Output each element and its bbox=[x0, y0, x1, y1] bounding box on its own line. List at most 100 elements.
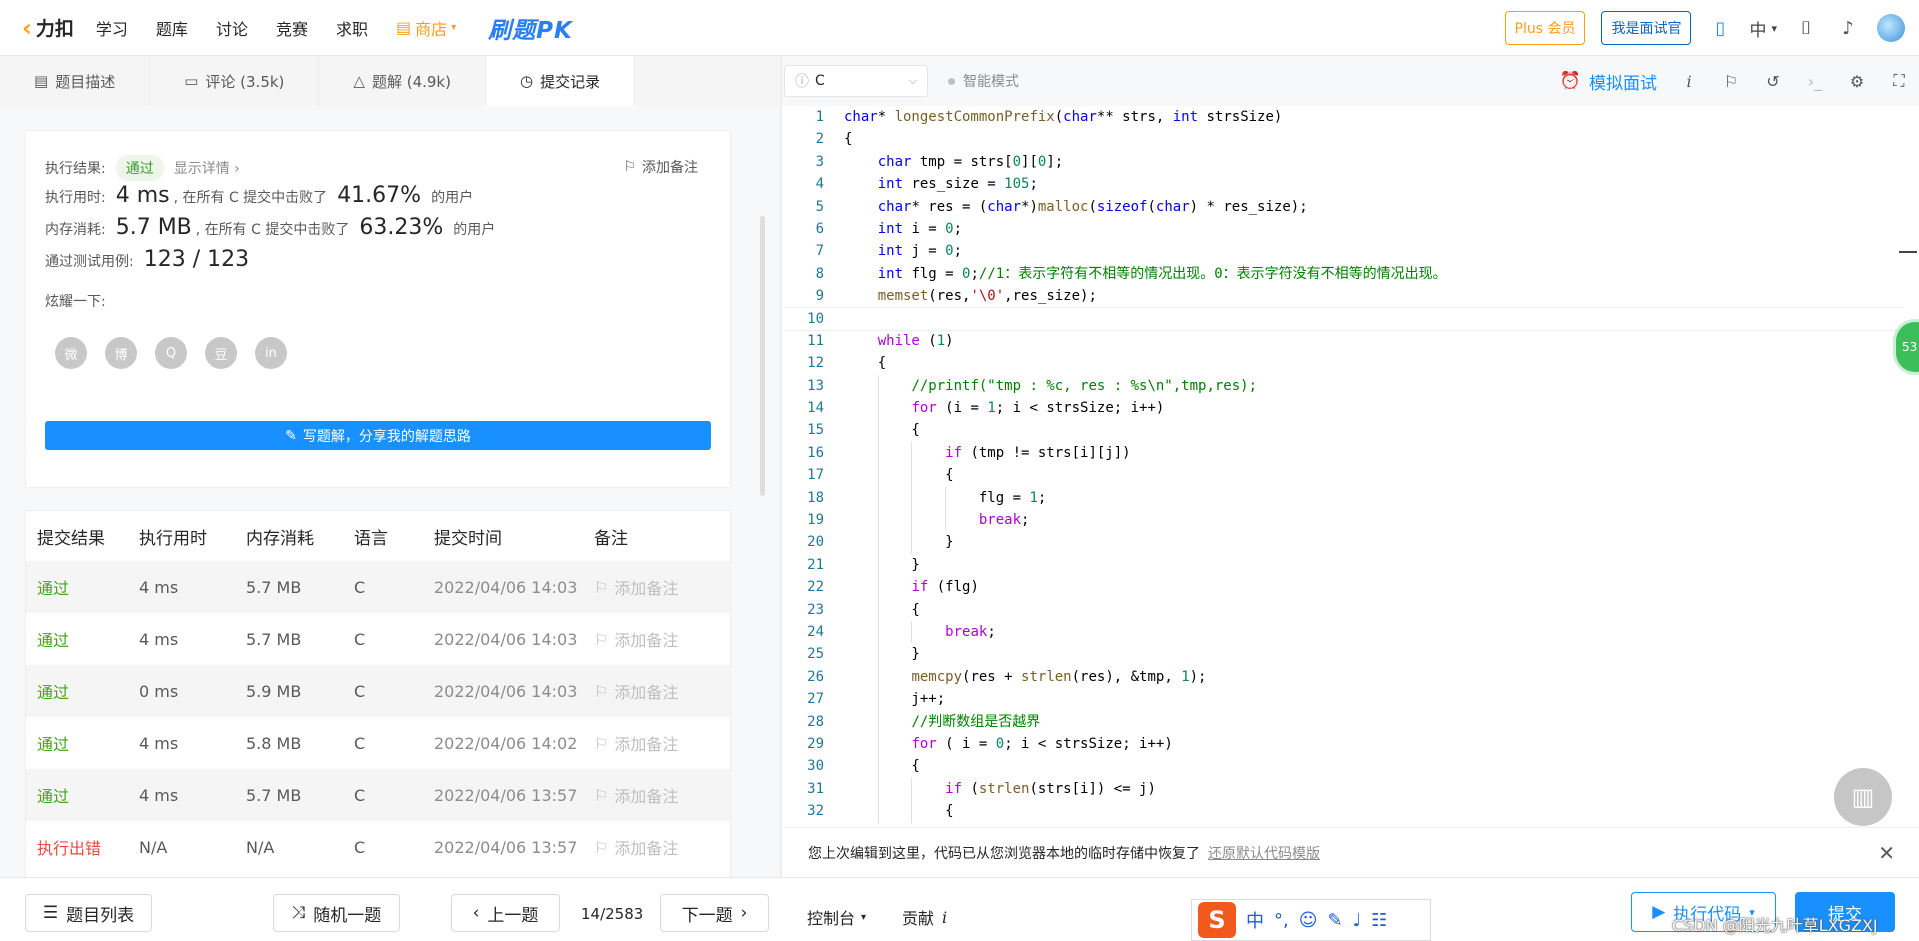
weibo-icon[interactable]: 博 bbox=[105, 337, 137, 369]
code-line[interactable]: 31 if (strlen(strs[i]) <= j) bbox=[784, 777, 1903, 801]
nav-item-shop[interactable]: ▤ 商店 ▾ bbox=[396, 16, 456, 40]
code-line[interactable]: 25 } bbox=[784, 643, 1903, 666]
code-line[interactable]: 14 for (i = 1; i < strsSize; i++) bbox=[784, 397, 1903, 420]
nav-item-learn[interactable]: 学习 bbox=[96, 16, 128, 40]
code-line[interactable]: 16 if (tmp != strs[i][j]) bbox=[784, 441, 1903, 465]
table-row[interactable]: 通过 4 ms 5.7 MB C 2022/04/06 13:57 ⚐ 添加备注 bbox=[26, 769, 730, 821]
language-select[interactable]: ⓘ C ⌵ bbox=[784, 65, 928, 97]
pen-icon[interactable]: ✎ bbox=[1328, 910, 1343, 931]
row-add-note[interactable]: ⚐ 添加备注 bbox=[594, 679, 730, 703]
leetcode-logo[interactable]: ‹ 力扣 bbox=[22, 14, 74, 41]
floating-badge[interactable]: 53 bbox=[1896, 322, 1919, 372]
wechat-icon[interactable]: 微 bbox=[55, 337, 87, 369]
microphone-icon[interactable]: ♩ bbox=[1353, 910, 1362, 931]
nav-item-problems[interactable]: 题库 bbox=[156, 16, 188, 40]
code-line[interactable]: 17 { bbox=[784, 464, 1903, 487]
row-status[interactable]: 通过 bbox=[26, 731, 139, 755]
code-line[interactable]: 12 { bbox=[784, 352, 1903, 374]
pk-logo[interactable]: 刷题PK bbox=[488, 11, 573, 45]
code-line[interactable]: 18 flg = 1; bbox=[784, 486, 1903, 510]
close-icon[interactable]: ✕ bbox=[1878, 841, 1895, 865]
tab-solutions[interactable]: △ 题解 (4.9k) bbox=[319, 56, 486, 106]
table-row[interactable]: 通过 4 ms 5.7 MB C 2022/04/06 14:03 ⚐ 添加备注 bbox=[26, 613, 730, 665]
table-row[interactable]: 执行出错 N/A N/A C 2022/04/06 13:57 ⚐ 添加备注 bbox=[26, 821, 730, 873]
table-row[interactable]: 通过 0 ms 5.9 MB C 2022/04/06 14:03 ⚐ 添加备注 bbox=[26, 665, 730, 717]
mobile-icon[interactable]: ▯ bbox=[1707, 15, 1733, 41]
random-problem-button[interactable]: ⤨ 随机一题 bbox=[273, 894, 400, 932]
code-line[interactable]: 28 //判断数组是否越界 bbox=[784, 710, 1903, 733]
row-add-note[interactable]: ⚐ 添加备注 bbox=[594, 627, 730, 651]
problem-list-button[interactable]: ☰ 题目列表 bbox=[25, 894, 152, 932]
row-add-note[interactable]: ⚐ 添加备注 bbox=[594, 575, 730, 599]
table-row[interactable]: 通过 4 ms 5.7 MB C 2022/04/06 14:03 ⚐ 添加备注 bbox=[26, 561, 730, 613]
next-problem-button[interactable]: 下一题 › bbox=[660, 894, 769, 932]
row-status[interactable]: 执行出错 bbox=[26, 835, 139, 859]
tab-comments[interactable]: ▭ 评论 (3.5k) bbox=[150, 56, 320, 106]
panel-splitter[interactable] bbox=[780, 56, 782, 877]
code-line[interactable]: 1 char* longestCommonPrefix(char** strs, … bbox=[784, 106, 1903, 128]
ime-punctuation-icon[interactable]: °, bbox=[1274, 910, 1289, 931]
settings-icon[interactable]: ⚙ bbox=[1847, 72, 1867, 91]
code-line[interactable]: 21 } bbox=[784, 553, 1903, 577]
code-line[interactable]: 23 { bbox=[784, 598, 1903, 621]
language-switch[interactable]: 中 ▾ bbox=[1749, 16, 1777, 41]
code-line[interactable]: 7 int j = 0; bbox=[784, 240, 1903, 262]
code-line[interactable]: 26 memcpy(res + strlen(res), &tmp, 1); bbox=[784, 665, 1903, 689]
row-status[interactable]: 通过 bbox=[26, 679, 139, 703]
table-row[interactable]: 通过 4 ms 5.8 MB C 2022/04/06 14:02 ⚐ 添加备注 bbox=[26, 717, 730, 769]
row-status[interactable]: 通过 bbox=[26, 627, 139, 651]
tab-submissions[interactable]: ◷ 提交记录 bbox=[485, 56, 636, 106]
grid-icon[interactable]: ☷ bbox=[1371, 910, 1387, 931]
code-line[interactable]: 13 //printf("tmp : %c, res : %s\n",tmp,r… bbox=[784, 374, 1903, 398]
bell-icon[interactable]: ♪ bbox=[1835, 15, 1861, 41]
code-line[interactable]: 24 break; bbox=[784, 620, 1903, 644]
prev-problem-button[interactable]: ‹ 上一题 bbox=[451, 894, 560, 932]
nav-item-discuss[interactable]: 讨论 bbox=[216, 16, 248, 40]
plus-member-button[interactable]: Plus 会员 bbox=[1504, 11, 1586, 45]
code-line[interactable]: 8 int flg = 0;//1：表示字符有不相等的情况出现。0：表示字符没有… bbox=[784, 263, 1903, 285]
code-line[interactable]: 5 char* res = (char*)malloc(sizeof(char)… bbox=[784, 196, 1903, 218]
smart-mode-toggle[interactable]: 智能模式 bbox=[948, 71, 1019, 91]
code-line[interactable]: 2{ bbox=[784, 128, 1903, 150]
code-editor[interactable]: 1 char* longestCommonPrefix(char** strs, … bbox=[784, 106, 1903, 826]
nav-item-jobs[interactable]: 求职 bbox=[336, 16, 368, 40]
flag-icon[interactable]: ⚐ bbox=[1721, 72, 1741, 91]
code-line[interactable]: 6 int i = 0; bbox=[784, 218, 1903, 240]
row-add-note[interactable]: ⚐ 添加备注 bbox=[594, 835, 730, 859]
row-add-note[interactable]: ⚐ 添加备注 bbox=[594, 731, 730, 755]
linkedin-icon[interactable]: in bbox=[255, 337, 287, 369]
add-note-button[interactable]: ⚐ 添加备注 bbox=[623, 157, 698, 177]
notebook-icon[interactable]: ▥ bbox=[1834, 768, 1892, 826]
nav-item-contest[interactable]: 竞赛 bbox=[276, 16, 308, 40]
code-line[interactable]: 27 j++; bbox=[784, 688, 1903, 711]
row-add-note[interactable]: ⚐ 添加备注 bbox=[594, 783, 730, 807]
contribute-button[interactable]: 贡献 i bbox=[902, 905, 947, 929]
code-line[interactable]: 29 for ( i = 0; i < strsSize; i++) bbox=[784, 732, 1903, 756]
qq-icon[interactable]: Q bbox=[155, 337, 187, 369]
code-line[interactable]: 19 break; bbox=[784, 509, 1903, 532]
ime-toolbar[interactable]: S 中 °, ☺ ✎ ♩ ☷ bbox=[1191, 899, 1431, 941]
restore-default-link[interactable]: 还原默认代码模版 bbox=[1208, 843, 1320, 863]
left-scrollbar[interactable] bbox=[760, 216, 765, 496]
tab-description[interactable]: ▤ 题目描述 bbox=[0, 56, 151, 106]
code-line[interactable]: 22 if (flg) bbox=[784, 576, 1903, 599]
code-line[interactable]: 9 memset(res,'\0',res_size); bbox=[784, 285, 1903, 307]
mock-interview-button[interactable]: ⏰ 模拟面试 bbox=[1560, 69, 1657, 94]
code-line[interactable]: 15 { bbox=[784, 419, 1903, 442]
emoji-icon[interactable]: ☺ bbox=[1299, 910, 1318, 931]
row-status[interactable]: 通过 bbox=[26, 783, 139, 807]
console-toggle[interactable]: 控制台 ▾ bbox=[807, 905, 866, 929]
interviewer-button[interactable]: 我是面试官 bbox=[1601, 11, 1692, 45]
write-solution-button[interactable]: ✎ 写题解，分享我的解题思路 bbox=[45, 421, 711, 450]
info-italic-icon[interactable]: i bbox=[1679, 72, 1699, 91]
reset-icon[interactable]: ↺ bbox=[1763, 72, 1783, 91]
code-line[interactable]: 20 } bbox=[784, 531, 1903, 554]
ime-chinese-icon[interactable]: 中 bbox=[1246, 907, 1264, 933]
code-line[interactable]: 10 bbox=[784, 306, 1903, 331]
code-line[interactable]: 11 while (1) bbox=[784, 330, 1903, 352]
code-line[interactable]: 3 char tmp = strs[0][0]; bbox=[784, 151, 1903, 173]
playground-icon[interactable]: ⌷ bbox=[1793, 15, 1819, 41]
code-line[interactable]: 4 int res_size = 105; bbox=[784, 173, 1903, 195]
terminal-icon[interactable]: ›_ bbox=[1805, 72, 1825, 91]
code-line[interactable]: 32 { bbox=[784, 800, 1903, 823]
